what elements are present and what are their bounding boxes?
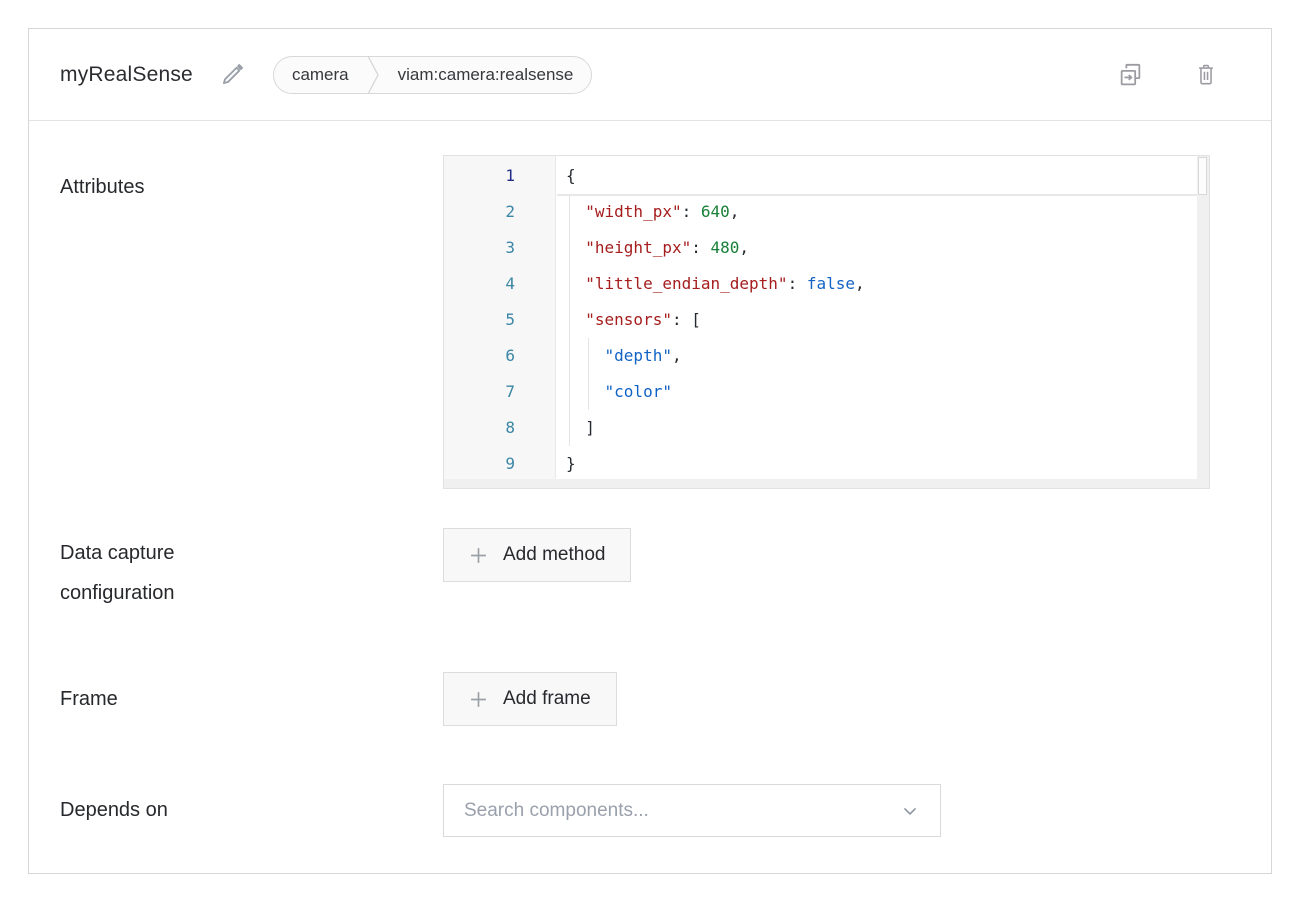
depends-on-row: Depends on Search components...: [60, 784, 1271, 837]
search-components-placeholder: Search components...: [464, 800, 900, 822]
duplicate-button[interactable]: [1118, 62, 1143, 87]
component-header: myRealSense camera viam:camera:realsense: [29, 29, 1271, 121]
active-line-band: [557, 194, 1197, 196]
trash-icon: [1195, 62, 1217, 87]
indent-guide: [588, 338, 589, 410]
line-number: 9: [444, 446, 555, 482]
attributes-row: Attributes 123456789 { "width_px": 640, …: [60, 155, 1271, 489]
editor-horizontal-scrollbar[interactable]: [444, 479, 1209, 488]
code-line: "width_px": 640,: [566, 194, 1209, 230]
editor-vertical-scrollbar[interactable]: [1197, 156, 1209, 479]
component-type-pill: camera viam:camera:realsense: [273, 56, 592, 94]
frame-label: Frame: [60, 688, 443, 711]
data-capture-row: Data capture configuration Add method: [60, 528, 1271, 613]
code-line: "sensors": [: [566, 302, 1209, 338]
code-line: "depth",: [566, 338, 1209, 374]
component-model: viam:camera:realsense: [380, 57, 592, 93]
attributes-json-editor[interactable]: 123456789 { "width_px": 640, "height_px"…: [443, 155, 1210, 489]
editor-code[interactable]: { "width_px": 640, "height_px": 480, "li…: [556, 156, 1209, 488]
delete-button[interactable]: [1195, 62, 1217, 87]
add-frame-button[interactable]: Add frame: [443, 672, 617, 726]
line-number: 2: [444, 194, 555, 230]
add-method-button[interactable]: Add method: [443, 528, 631, 582]
data-capture-label: Data capture configuration: [60, 528, 443, 613]
attributes-label: Attributes: [60, 155, 443, 489]
line-number: 5: [444, 302, 555, 338]
scrollbar-thumb[interactable]: [1198, 157, 1207, 195]
code-line: "little_endian_depth": false,: [566, 266, 1209, 302]
line-number: 3: [444, 230, 555, 266]
frame-row: Frame Add frame: [60, 672, 1271, 726]
component-category: camera: [274, 57, 367, 93]
chevron-divider-icon: [367, 56, 380, 94]
code-line: }: [566, 446, 1209, 482]
component-name: myRealSense: [60, 63, 193, 87]
line-number: 1: [444, 158, 555, 194]
code-line: "height_px": 480,: [566, 230, 1209, 266]
depends-on-label: Depends on: [60, 799, 443, 822]
add-method-label: Add method: [503, 544, 605, 566]
component-config-card: myRealSense camera viam:camera:realsense: [28, 28, 1272, 874]
component-body: Attributes 123456789 { "width_px": 640, …: [29, 121, 1271, 837]
line-number: 6: [444, 338, 555, 374]
depends-on-select[interactable]: Search components...: [443, 784, 941, 837]
line-number: 7: [444, 374, 555, 410]
editor-gutter: 123456789: [444, 156, 556, 488]
code-line: "color": [566, 374, 1209, 410]
chevron-down-icon: [900, 801, 920, 821]
line-number: 8: [444, 410, 555, 446]
duplicate-icon: [1118, 62, 1143, 87]
code-line: ]: [566, 410, 1209, 446]
add-frame-label: Add frame: [503, 688, 591, 710]
code-line: {: [566, 158, 1209, 194]
plus-icon: [469, 546, 488, 565]
line-number: 4: [444, 266, 555, 302]
edit-name-button[interactable]: [219, 62, 245, 88]
plus-icon: [469, 690, 488, 709]
indent-guide: [569, 194, 570, 446]
pencil-icon: [219, 62, 245, 88]
